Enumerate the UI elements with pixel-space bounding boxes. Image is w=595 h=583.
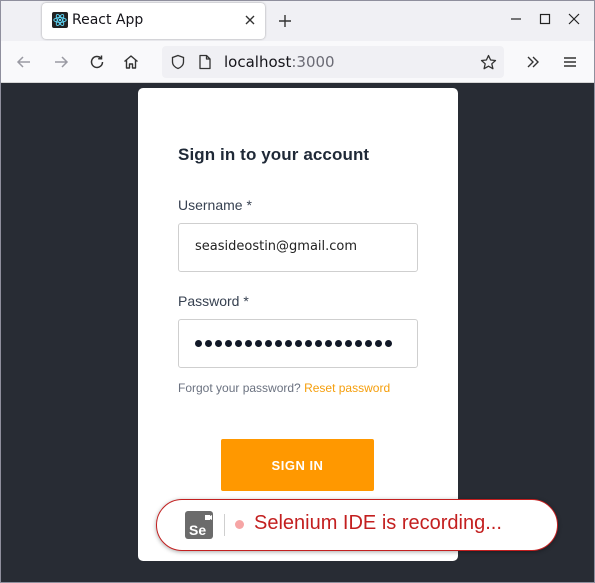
password-dot bbox=[385, 339, 392, 347]
tab-react-app[interactable]: React App bbox=[42, 3, 265, 39]
page-icon[interactable] bbox=[198, 54, 212, 70]
shield-icon[interactable] bbox=[170, 54, 186, 70]
username-label: Username * bbox=[178, 197, 252, 213]
recording-status-text: Selenium IDE is recording... bbox=[254, 512, 502, 534]
login-card: Sign in to your account Username * seasi… bbox=[138, 88, 458, 561]
sign-in-button[interactable]: SIGN IN bbox=[221, 439, 374, 491]
app-menu-button[interactable] bbox=[560, 52, 580, 72]
password-dot bbox=[345, 339, 352, 347]
password-dot bbox=[255, 339, 262, 347]
reload-button[interactable] bbox=[87, 52, 107, 72]
hamburger-menu-icon bbox=[564, 57, 576, 67]
overflow-button[interactable] bbox=[523, 52, 543, 72]
reset-password-link[interactable]: Reset password bbox=[304, 381, 390, 395]
page-title: Sign in to your account bbox=[178, 145, 370, 164]
password-field[interactable] bbox=[178, 319, 418, 368]
home-button[interactable] bbox=[121, 52, 141, 72]
selenium-logo-text: Se bbox=[189, 522, 206, 538]
password-dot bbox=[235, 339, 242, 347]
password-dot bbox=[365, 339, 372, 347]
maximize-button[interactable] bbox=[537, 11, 553, 27]
password-dot bbox=[325, 339, 332, 347]
password-dot bbox=[305, 339, 312, 347]
url-host: localhost bbox=[224, 53, 292, 71]
url-bar[interactable]: localhost:3000 bbox=[162, 46, 504, 78]
reload-icon bbox=[90, 55, 104, 69]
star-icon[interactable] bbox=[480, 54, 497, 71]
selenium-recording-badge: Se Selenium IDE is recording... bbox=[156, 499, 558, 551]
password-dot bbox=[285, 339, 292, 347]
password-dot bbox=[265, 339, 272, 347]
minimize-icon bbox=[511, 18, 521, 20]
password-label: Password * bbox=[178, 293, 249, 309]
url-text[interactable]: localhost:3000 bbox=[224, 53, 335, 71]
back-arrow-icon bbox=[16, 56, 30, 68]
navigation-bar: localhost:3000 bbox=[1, 41, 594, 83]
back-button[interactable] bbox=[14, 52, 34, 72]
password-dot bbox=[205, 339, 212, 347]
url-port: :3000 bbox=[291, 53, 335, 71]
tab-strip: React App bbox=[1, 1, 594, 41]
username-value: seasideostin@gmail.com bbox=[195, 239, 358, 254]
home-icon bbox=[124, 55, 138, 69]
minimize-button[interactable] bbox=[508, 11, 524, 27]
forgot-password-row: Forgot your password? Reset password bbox=[178, 381, 390, 395]
password-dot bbox=[355, 339, 362, 347]
forgot-password-text: Forgot your password? bbox=[178, 381, 301, 395]
forward-arrow-icon bbox=[55, 56, 69, 68]
forward-button[interactable] bbox=[51, 52, 71, 72]
chevrons-right-icon bbox=[527, 56, 539, 68]
selenium-logo-icon: Se bbox=[185, 511, 213, 539]
selenium-logo-graphic: Se bbox=[189, 515, 212, 538]
password-dot bbox=[245, 339, 252, 347]
password-dot bbox=[215, 339, 222, 347]
close-icon bbox=[568, 13, 580, 25]
close-tab-icon[interactable] bbox=[243, 13, 257, 27]
react-logo-icon bbox=[52, 12, 68, 28]
username-field[interactable]: seasideostin@gmail.com bbox=[178, 223, 418, 272]
badge-divider bbox=[224, 514, 225, 536]
password-dot bbox=[275, 339, 282, 347]
recording-dot-icon bbox=[235, 520, 244, 529]
tab-title: React App bbox=[72, 12, 144, 28]
maximize-icon bbox=[539, 13, 551, 25]
password-dot bbox=[225, 339, 232, 347]
plus-icon bbox=[279, 15, 291, 27]
password-mask bbox=[195, 335, 392, 351]
close-window-button[interactable] bbox=[566, 11, 582, 27]
new-tab-button[interactable] bbox=[273, 9, 297, 33]
browser-window: React App localhost:3000 Sign in to your… bbox=[0, 0, 595, 583]
password-dot bbox=[375, 339, 382, 347]
password-dot bbox=[335, 339, 342, 347]
password-dot bbox=[295, 339, 302, 347]
password-dot bbox=[315, 339, 322, 347]
password-dot bbox=[195, 339, 202, 347]
